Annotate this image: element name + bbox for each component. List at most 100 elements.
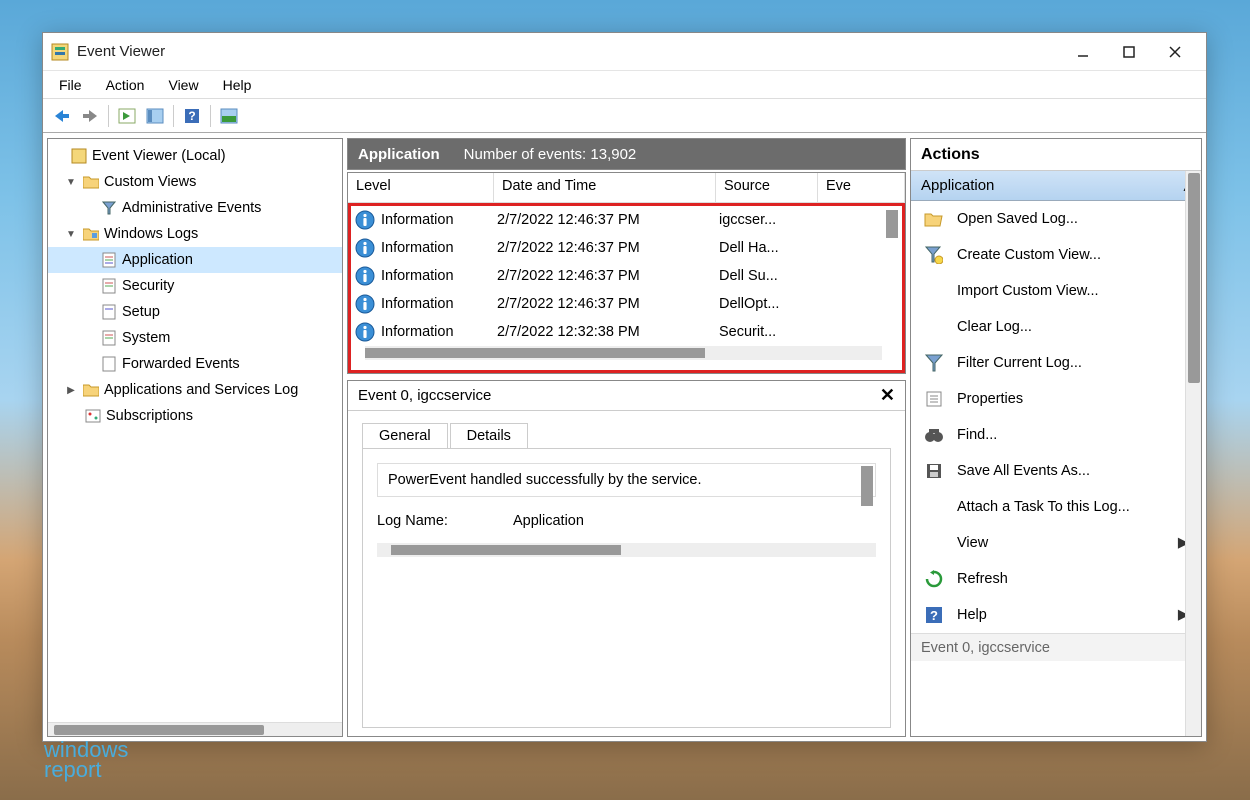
tree-setup[interactable]: Setup [48, 299, 342, 325]
tree-application[interactable]: Application [48, 247, 342, 273]
action-pane-button[interactable] [114, 103, 140, 129]
show-hide-tree-button[interactable] [142, 103, 168, 129]
tree-apps-services-logs[interactable]: ▶ Applications and Services Log [48, 377, 342, 403]
action-help[interactable]: ?Help▶ [911, 597, 1201, 633]
svg-text:?: ? [188, 109, 195, 123]
event-row[interactable]: Information2/7/2022 12:32:38 PMSecurit..… [351, 318, 902, 346]
blank [923, 532, 945, 554]
action-refresh[interactable]: Refresh [911, 561, 1201, 597]
help-button[interactable]: ? [179, 103, 205, 129]
actions-header: Actions [911, 139, 1201, 171]
menubar: File Action View Help [43, 71, 1206, 99]
event-row[interactable]: Information2/7/2022 12:46:37 PMigccser..… [351, 206, 902, 234]
menu-action[interactable]: Action [94, 73, 157, 97]
event-details-panel: Event 0, igccservice ✕ General Details P… [347, 380, 906, 737]
information-icon [355, 294, 375, 314]
chevron-down-icon[interactable]: ▼ [64, 229, 78, 240]
folder-icon [82, 381, 100, 399]
action-attach-a-task-to-this-log[interactable]: Attach a Task To this Log... [911, 489, 1201, 525]
log-icon [100, 251, 118, 269]
information-icon [355, 210, 375, 230]
menu-file[interactable]: File [47, 73, 94, 97]
actions-group-application[interactable]: Application ▴ [911, 171, 1201, 201]
information-icon [355, 266, 375, 286]
action-view[interactable]: View▶ [911, 525, 1201, 561]
tree-system[interactable]: System [48, 325, 342, 351]
information-icon [355, 322, 375, 342]
folder-open-icon [923, 208, 945, 230]
column-datetime[interactable]: Date and Time [494, 173, 716, 202]
events-horizontal-scrollbar[interactable] [365, 346, 882, 360]
menu-view[interactable]: View [156, 73, 210, 97]
event-row[interactable]: Information2/7/2022 12:46:37 PMDell Ha..… [351, 234, 902, 262]
tree-admin-events[interactable]: Administrative Events [48, 195, 342, 221]
action-properties[interactable]: Properties [911, 381, 1201, 417]
funnel-icon [100, 199, 118, 217]
event-viewer-window: Event Viewer File Action View Help ? Eve… [42, 32, 1207, 742]
logname-value: Application [513, 513, 584, 529]
chevron-right-icon[interactable]: ▶ [64, 385, 78, 396]
events-columns[interactable]: Level Date and Time Source Eve [348, 173, 905, 203]
subscriptions-icon [84, 407, 102, 425]
actions-vertical-scrollbar[interactable] [1185, 171, 1201, 736]
tab-general[interactable]: General [362, 423, 448, 448]
close-details-button[interactable]: ✕ [880, 385, 895, 406]
actions-group-event[interactable]: Event 0, igccservice [911, 633, 1201, 661]
events-vertical-scrollbar[interactable] [886, 208, 900, 268]
events-body: Information2/7/2022 12:46:37 PMigccser..… [348, 203, 905, 373]
chevron-down-icon[interactable]: ▼ [64, 177, 78, 188]
action-find[interactable]: Find... [911, 417, 1201, 453]
event-message: PowerEvent handled successfully by the s… [377, 463, 876, 497]
tree-horizontal-scrollbar[interactable] [48, 722, 342, 736]
events-header-count: Number of events: 13,902 [464, 146, 637, 163]
actions-panel: Actions Application ▴ Open Saved Log...C… [910, 138, 1202, 737]
refresh-icon [923, 568, 945, 590]
tree-windows-logs[interactable]: ▼ Windows Logs [48, 221, 342, 247]
action-save-all-events-as[interactable]: Save All Events As... [911, 453, 1201, 489]
tree-subscriptions[interactable]: Subscriptions [48, 403, 342, 429]
event-viewer-icon [70, 147, 88, 165]
help-icon: ? [923, 604, 945, 626]
titlebar: Event Viewer [43, 33, 1206, 71]
details-horizontal-scrollbar[interactable] [377, 543, 876, 557]
message-vertical-scrollbar[interactable] [861, 466, 873, 506]
tree-security[interactable]: Security [48, 273, 342, 299]
center-panel: Application Number of events: 13,902 Lev… [347, 138, 906, 737]
folder-icon [82, 173, 100, 191]
tree-root[interactable]: Event Viewer (Local) [48, 143, 342, 169]
binoculars-icon [923, 424, 945, 446]
tab-details[interactable]: Details [450, 423, 528, 448]
event-row[interactable]: Information2/7/2022 12:46:37 PMDellOpt..… [351, 290, 902, 318]
navigation-tree[interactable]: Event Viewer (Local) ▼ Custom Views Admi… [48, 139, 342, 722]
action-open-saved-log[interactable]: Open Saved Log... [911, 201, 1201, 237]
logname-label: Log Name: [377, 513, 513, 529]
log-icon [100, 277, 118, 295]
events-header-title: Application [358, 146, 440, 163]
column-eventid[interactable]: Eve [818, 173, 905, 202]
event-row[interactable]: Information2/7/2022 12:46:37 PMDell Su..… [351, 262, 902, 290]
folder-logs-icon [82, 225, 100, 243]
action-import-custom-view[interactable]: Import Custom View... [911, 273, 1201, 309]
blank [923, 316, 945, 338]
tree-forwarded-events[interactable]: Forwarded Events [48, 351, 342, 377]
column-level[interactable]: Level [348, 173, 494, 202]
menu-help[interactable]: Help [211, 73, 264, 97]
nav-forward-button[interactable] [77, 103, 103, 129]
action-create-custom-view[interactable]: Create Custom View... [911, 237, 1201, 273]
svg-text:?: ? [930, 608, 938, 623]
tree-custom-views[interactable]: ▼ Custom Views [48, 169, 342, 195]
funnel-new-icon [923, 244, 945, 266]
action-filter-current-log[interactable]: Filter Current Log... [911, 345, 1201, 381]
close-button[interactable] [1152, 37, 1198, 67]
column-source[interactable]: Source [716, 173, 818, 202]
nav-back-button[interactable] [49, 103, 75, 129]
funnel-icon [923, 352, 945, 374]
maximize-button[interactable] [1106, 37, 1152, 67]
event-details-title: Event 0, igccservice [358, 387, 491, 404]
minimize-button[interactable] [1060, 37, 1106, 67]
blank [923, 280, 945, 302]
action-clear-log[interactable]: Clear Log... [911, 309, 1201, 345]
log-icon [100, 329, 118, 347]
events-list: Level Date and Time Source Eve Informati… [347, 172, 906, 374]
preview-pane-button[interactable] [216, 103, 242, 129]
